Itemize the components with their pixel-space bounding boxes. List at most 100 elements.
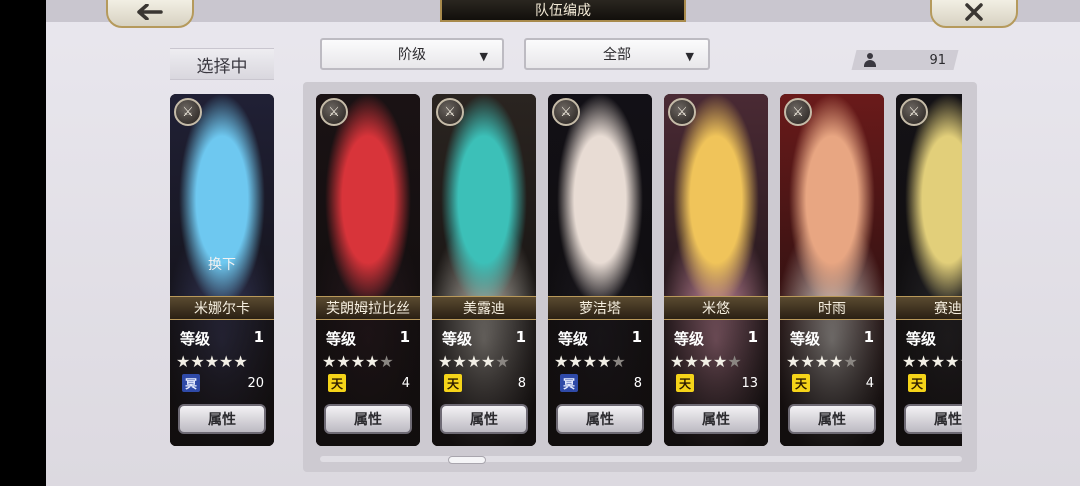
character-info: 等级1★★★★★天属性: [896, 320, 962, 446]
element-value: 8: [633, 376, 642, 391]
star-icon: ★: [945, 352, 960, 371]
star-icon: ★: [582, 352, 598, 371]
weapon-rank-icon: ⚔: [174, 98, 202, 126]
back-button[interactable]: [106, 0, 194, 28]
dropdown-arrow-icon: ▼: [479, 50, 488, 63]
star-icon: ★: [611, 352, 626, 371]
attribute-button[interactable]: 属性: [788, 404, 876, 434]
character-count-box: 91: [851, 50, 959, 70]
rarity-stars: ★★★★★: [438, 352, 510, 371]
star-icon: ★: [713, 352, 728, 371]
star-icon: ★: [379, 352, 394, 371]
character-list[interactable]: ⚔ 芙朗姆拉比丝 等级 1 ★★★★★ 天 4 属性 ⚔ 美露迪 等级 1 ★★★★★ 天 8 属性 ⚔ 萝洁塔等…: [316, 94, 962, 448]
element-icon: 天: [676, 374, 694, 392]
character-name: 萝洁塔: [548, 296, 652, 320]
star-icon: ★: [204, 352, 220, 371]
character-name: 美露迪: [432, 296, 536, 320]
character-name: 米娜尔卡: [170, 296, 274, 320]
star-icon: ★: [219, 352, 234, 371]
character-info: 等级 1 ★★★★★ 冥 20 属性: [170, 320, 274, 446]
character-info: 等级 1 ★★★★★ 天 4 属性: [316, 320, 420, 446]
character-card[interactable]: ⚔ 芙朗姆拉比丝 等级 1 ★★★★★ 天 4 属性: [316, 94, 420, 446]
attribute-button[interactable]: 属性: [178, 404, 266, 434]
level-label: 等级: [790, 330, 821, 348]
character-info: 等级 1 ★★★★★ 天 4 属性: [780, 320, 884, 446]
star-icon: ★: [698, 352, 714, 371]
level-label: 等级: [180, 330, 211, 348]
character-card[interactable]: ⚔ 米悠 等级 1 ★★★★★ 天 13 属性: [664, 94, 768, 446]
character-info: 等级 1 ★★★★★ 天 13 属性: [664, 320, 768, 446]
rarity-stars: ★★★★★: [902, 352, 962, 371]
selected-character-slot[interactable]: ⚔ 换下 米娜尔卡 等级 1 ★★★★★ 冥 20 属性: [170, 94, 274, 446]
page-title: 队伍编成: [440, 0, 686, 22]
star-icon: ★: [916, 352, 931, 371]
star-icon: ★: [481, 352, 496, 371]
star-icon: ★: [568, 352, 583, 371]
attribute-button[interactable]: 属性: [440, 404, 528, 434]
person-icon: [864, 53, 876, 67]
character-name: 赛迪: [896, 296, 962, 320]
category-filter-dropdown[interactable]: 全部 ▼: [524, 38, 710, 70]
level-value: 1: [863, 328, 874, 346]
close-x-icon: [965, 3, 983, 21]
element-icon: 天: [328, 374, 346, 392]
star-icon: ★: [176, 352, 191, 371]
star-icon: ★: [438, 352, 453, 371]
character-card[interactable]: ⚔ 美露迪等级 1 ★★★★★ 天 8 属性: [432, 94, 536, 446]
rank-filter-dropdown[interactable]: 阶级 ▼: [320, 38, 504, 70]
star-icon: ★: [233, 352, 248, 371]
star-icon: ★: [902, 352, 917, 371]
star-icon: ★: [786, 352, 801, 371]
category-filter-value: 全部: [603, 47, 631, 63]
close-button[interactable]: [930, 0, 1018, 28]
level-value: 1: [631, 328, 642, 346]
weapon-rank-icon: ⚔: [900, 98, 928, 126]
rarity-stars: ★★★★★: [176, 352, 248, 371]
character-card[interactable]: ⚔ 时雨 等级 1 ★★★★★ 天 4 属性: [780, 94, 884, 446]
element-value: 13: [741, 376, 758, 391]
star-icon: ★: [597, 352, 612, 371]
star-icon: ★: [930, 352, 946, 371]
element-icon: 天: [444, 374, 462, 392]
star-icon: ★: [336, 352, 351, 371]
element-icon: 天: [792, 374, 810, 392]
weapon-rank-icon: ⚔: [784, 98, 812, 126]
character-card[interactable]: ⚔赛迪等级1★★★★★天属性: [896, 94, 962, 446]
list-scrollbar-thumb[interactable]: [448, 456, 486, 464]
level-label: 等级: [326, 330, 357, 348]
star-icon: ★: [727, 352, 742, 371]
weapon-rank-icon: ⚔: [668, 98, 696, 126]
level-value: 1: [515, 328, 526, 346]
weapon-rank-icon: ⚔: [436, 98, 464, 126]
attribute-button[interactable]: 属性: [324, 404, 412, 434]
swap-out-label[interactable]: 换下: [170, 254, 274, 274]
attribute-button[interactable]: 属性: [556, 404, 644, 434]
star-icon: ★: [684, 352, 699, 371]
character-count: 91: [929, 52, 946, 68]
level-label: 等级: [906, 330, 937, 348]
attribute-button[interactable]: 属性: [904, 404, 962, 434]
weapon-rank-icon: ⚔: [552, 98, 580, 126]
element-icon: 天: [908, 374, 926, 392]
star-icon: ★: [322, 352, 337, 371]
dropdown-arrow-icon: ▼: [685, 50, 694, 63]
element-value: 4: [401, 376, 410, 391]
weapon-rank-icon: ⚔: [320, 98, 348, 126]
level-value: 1: [399, 328, 410, 346]
level-label: 等级: [442, 330, 473, 348]
game-screen: 队伍编成 选择中 阶级 ▼ 全部 ▼ 91 ⚔ 换下 米娜尔卡 等级 1 ★★★…: [0, 0, 1080, 486]
character-card[interactable]: ⚔ 萝洁塔 等级 1 ★★★★★ 冥 8 属性: [548, 94, 652, 446]
star-icon: ★: [466, 352, 482, 371]
team-formation-panel: 队伍编成 选择中 阶级 ▼ 全部 ▼ 91 ⚔ 换下 米娜尔卡 等级 1 ★★★…: [46, 0, 1080, 486]
character-info: 等级 1 ★★★★★ 天 8 属性: [432, 320, 536, 446]
element-icon: 冥: [560, 374, 578, 392]
character-name: 芙朗姆拉比丝: [316, 296, 420, 320]
star-icon: ★: [350, 352, 366, 371]
star-icon: ★: [670, 352, 685, 371]
attribute-button[interactable]: 属性: [672, 404, 760, 434]
star-icon: ★: [814, 352, 830, 371]
element-value: 8: [517, 376, 526, 391]
list-scrollbar-track[interactable]: [320, 456, 962, 462]
selected-character-card[interactable]: ⚔ 换下 米娜尔卡 等级 1 ★★★★★ 冥 20 属性: [170, 94, 274, 446]
level-label: 等级: [674, 330, 705, 348]
